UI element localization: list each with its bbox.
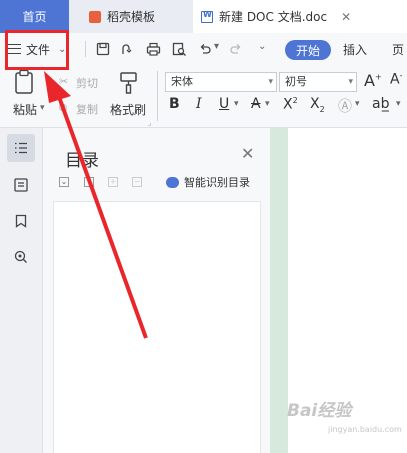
annotation-arrow xyxy=(44,71,148,339)
